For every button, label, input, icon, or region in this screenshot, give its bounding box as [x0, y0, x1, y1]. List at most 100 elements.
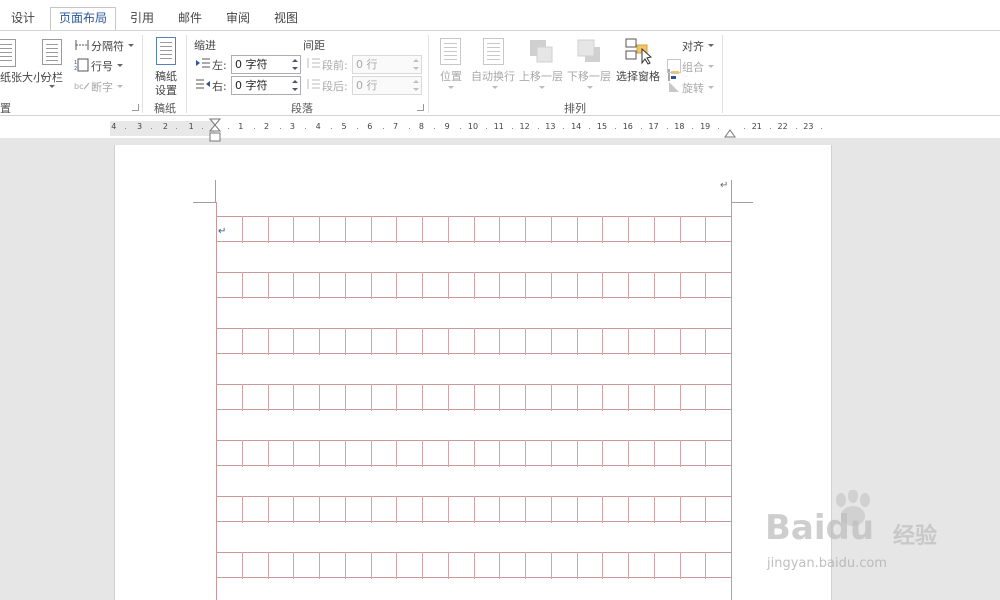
wrap-text-button[interactable]: 自动换行: [471, 68, 515, 84]
spacing-before-spinner-icon[interactable]: [410, 56, 421, 73]
ruler-number: 14: [571, 122, 582, 131]
selection-pane-icon[interactable]: [624, 37, 652, 65]
right-indent-icon[interactable]: [724, 128, 736, 138]
indent-right-input[interactable]: 0 字符: [231, 76, 301, 95]
tab-view[interactable]: 视图: [264, 8, 308, 30]
indent-left-value: 0 字符: [235, 58, 268, 71]
columns-icon[interactable]: [42, 39, 62, 65]
grid-cell-divider: [550, 440, 552, 467]
position-dropdown-icon[interactable]: [448, 86, 454, 89]
grid-cell-divider: [344, 328, 346, 355]
columns-button[interactable]: 分栏: [41, 69, 63, 85]
grid-cell-divider: [525, 328, 526, 355]
indent-right-icon: [196, 79, 210, 89]
draft-paper-icon[interactable]: [156, 37, 176, 65]
tab-design[interactable]: 设计: [0, 8, 46, 30]
group-separator: [722, 35, 723, 113]
ruler-number: 7: [393, 122, 399, 131]
grid-cell-divider: [447, 272, 449, 299]
spacing-after-spinner-icon[interactable]: [410, 77, 421, 94]
line-numbers-dropdown-icon[interactable]: [117, 64, 123, 67]
ruler-number: 13: [545, 122, 556, 131]
grid-cell-divider: [241, 496, 243, 523]
grid-cell-divider: [293, 552, 295, 579]
crop-mark: [731, 202, 753, 203]
send-backward-icon[interactable]: [576, 38, 602, 64]
grid-cell-divider: [344, 440, 346, 467]
svg-text:2: 2: [74, 66, 77, 72]
bring-forward-dropdown-icon[interactable]: [539, 86, 545, 89]
grid-cell-divider: [293, 216, 295, 243]
ruler-number: 23: [803, 122, 814, 131]
group-objects-dropdown-icon[interactable]: [708, 65, 714, 68]
grid-cell-divider: [293, 328, 295, 355]
grid-cell-divider: [293, 384, 295, 411]
tab-page-layout[interactable]: 页面布局: [50, 7, 116, 31]
grid-cell-divider: [319, 496, 320, 523]
tab-mailings[interactable]: 邮件: [168, 8, 212, 30]
first-line-indent-icon[interactable]: [209, 118, 221, 144]
spacing-after-label: 段后:: [322, 80, 348, 93]
grid-cell-divider: [447, 328, 449, 355]
hyphenation-button[interactable]: 断字: [91, 79, 113, 95]
grid-cell-divider: [396, 328, 398, 355]
send-backward-dropdown-icon[interactable]: [587, 86, 593, 89]
breaks-button[interactable]: 分隔符: [91, 38, 124, 54]
ruler-tick: [769, 128, 771, 129]
tab-review[interactable]: 审阅: [216, 8, 260, 30]
indent-left-spinner-icon[interactable]: [289, 56, 300, 73]
rotate-button[interactable]: 旋转: [682, 80, 704, 96]
indent-right-spinner-icon[interactable]: [289, 77, 300, 94]
grid-cell-divider: [705, 552, 707, 579]
columns-dropdown-icon[interactable]: [49, 85, 55, 88]
grid-cell-divider: [653, 440, 655, 467]
position-button[interactable]: 位置: [440, 68, 462, 84]
arrange-group-label: 排列: [564, 102, 586, 115]
align-button[interactable]: 对齐: [682, 38, 704, 54]
spacing-before-icon: [307, 58, 320, 68]
ribbon: 纸张大小 分栏 分隔符 1 2 行号 bc 断字 置 稿纸 设置 稿纸 缩进 间…: [0, 30, 1000, 116]
spacing-before-input[interactable]: 0 行: [352, 55, 422, 74]
grid-cell-divider: [319, 328, 320, 355]
bring-forward-button[interactable]: 上移一层: [519, 68, 563, 84]
page-setup-launcher-icon[interactable]: [132, 104, 139, 111]
grid-cell-divider: [319, 552, 320, 579]
grid-cell-divider: [550, 328, 552, 355]
hyphenation-dropdown-icon[interactable]: [117, 85, 123, 88]
rotate-dropdown-icon[interactable]: [708, 86, 714, 89]
selection-pane-button[interactable]: 选择窗格: [616, 68, 660, 84]
spacing-after-icon: [307, 79, 320, 89]
position-icon[interactable]: [440, 38, 461, 65]
grid-cell-divider: [422, 384, 423, 411]
document-page[interactable]: [114, 145, 832, 600]
ruler-number: 6: [367, 122, 373, 131]
wrap-text-icon[interactable]: [483, 38, 504, 65]
indent-left-input[interactable]: 0 字符: [231, 55, 301, 74]
paragraph-launcher-icon[interactable]: [417, 104, 424, 111]
breaks-dropdown-icon[interactable]: [128, 44, 134, 47]
paper-size-icon[interactable]: [0, 39, 16, 67]
ruler-number: 2: [162, 122, 168, 131]
grid-cell-divider: [422, 496, 423, 523]
grid-cell-divider: [293, 272, 295, 299]
spacing-after-input[interactable]: 0 行: [352, 76, 422, 95]
ruler-number: 1: [238, 122, 244, 131]
tab-references[interactable]: 引用: [120, 8, 164, 30]
grid-cell-divider: [550, 496, 552, 523]
ruler-tick: [176, 128, 178, 129]
wrap-text-dropdown-icon[interactable]: [492, 86, 498, 89]
bring-forward-icon[interactable]: [528, 38, 554, 64]
grid-cell-divider: [679, 496, 681, 523]
paragraph-group-label: 段落: [291, 102, 313, 115]
group-separator: [142, 35, 143, 113]
align-dropdown-icon[interactable]: [708, 44, 714, 47]
spacing-before-label: 段前:: [322, 59, 348, 72]
line-numbers-button[interactable]: 行号: [91, 58, 113, 74]
grid-cell-divider: [628, 216, 629, 243]
grid-cell-divider: [447, 216, 449, 243]
indent-right-value: 0 字符: [235, 79, 268, 92]
group-objects-button[interactable]: 组合: [682, 59, 704, 75]
send-backward-button[interactable]: 下移一层: [567, 68, 611, 84]
paper-size-button[interactable]: 纸张大小: [0, 69, 44, 85]
draft-paper-button-line2[interactable]: 设置: [155, 82, 177, 98]
